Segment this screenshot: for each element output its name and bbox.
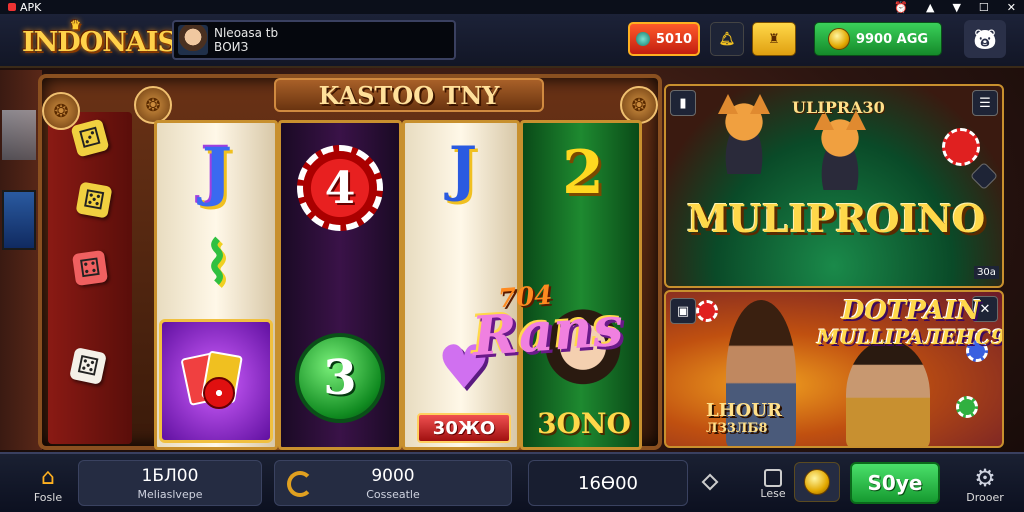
- promo-badge-line2: ЛЗ3ЛБ8: [706, 421, 768, 436]
- app-icon: [8, 3, 16, 11]
- window-icon[interactable]: ☐: [979, 1, 989, 14]
- value-tag: 30ЖO: [417, 413, 511, 443]
- status-bar: APK ⏰ ▲ ▼ ☐ ✕: [0, 0, 1024, 14]
- auto-button[interactable]: [794, 462, 840, 502]
- logo-text: INDONAIS: [22, 26, 177, 58]
- dice-panel: ⚂ ⚄ ⚃ ⚄: [48, 112, 132, 444]
- home-label: Fosle: [33, 490, 63, 504]
- diamond-icon[interactable]: [969, 161, 999, 191]
- mascot-icon[interactable]: 🐻︎: [964, 20, 1006, 58]
- spin-button[interactable]: S0ye: [850, 462, 940, 504]
- balance-label: Меliaslvepe: [137, 487, 203, 501]
- wifi-icon: ▼: [952, 0, 961, 14]
- reel-symbol: J: [201, 133, 233, 209]
- spin-icon: [287, 471, 313, 497]
- chip-icon: [635, 32, 650, 46]
- ornament-icon: ❂: [42, 92, 80, 130]
- slot-machine: ⚂ ⚄ ⚃ ⚄ ❂ ❂ ❂ KASTOO TNY J ⌇ 4 3 J ♥ 30Ж…: [38, 74, 662, 450]
- settings-label: Drooer: [966, 490, 1004, 504]
- bell-button[interactable]: 🔔︎: [710, 22, 744, 56]
- player-portrait: [846, 340, 930, 446]
- machine-title: KASTOO TNY: [274, 78, 544, 112]
- green-coin-symbol: 3: [295, 333, 385, 423]
- cards-symbol: [159, 319, 273, 443]
- reel-symbol: J: [448, 134, 478, 204]
- alarm-icon: ⏰: [894, 0, 908, 14]
- home-button[interactable]: ⌂ Fosle: [24, 460, 72, 508]
- crown-icon: ♛: [70, 18, 81, 32]
- promo-title-line1: DOTPAIN: [841, 296, 981, 326]
- bell-icon: 🔔︎: [718, 31, 736, 47]
- poker-chip-icon: [696, 300, 718, 322]
- bookmark-icon: [764, 468, 782, 487]
- coins-button[interactable]: 9900 AGG: [814, 22, 942, 56]
- profile-name: Nleoasa tb: [214, 26, 279, 40]
- win-panel: 9000 Сosseatle: [274, 460, 512, 506]
- signal-icon: ▲: [925, 0, 935, 14]
- coins-value: 9900 AGG: [855, 31, 929, 47]
- promo-title: DOTPAIN MULLIPAЛЕНС9: [816, 296, 1004, 350]
- ornament-icon: ❂: [620, 86, 658, 124]
- bet-value: 16Ө00: [578, 472, 638, 494]
- expand-icon[interactable]: ▣: [670, 298, 696, 324]
- coin-icon: [827, 28, 850, 50]
- dice-icon: ⚄: [75, 181, 113, 219]
- promo-title-line2: MULLIPAЛЕНС9: [817, 325, 1004, 349]
- reel-value: 3ONO: [537, 406, 631, 440]
- coin-icon: [804, 469, 830, 495]
- dice-icon: ⚂: [70, 118, 110, 158]
- chips-button[interactable]: 5010: [628, 22, 700, 56]
- background-screen: [2, 110, 36, 160]
- panel-subtitle: ULIPRA30: [792, 98, 885, 117]
- multiplayer-panel[interactable]: ▮ ☰ ULIPRA30 MULIPROINO З0а: [664, 84, 1004, 288]
- ornament-icon: ❂: [134, 86, 172, 124]
- lines-label: Lese: [760, 486, 786, 500]
- reel-symbol: 2: [562, 138, 604, 208]
- fox-character: [712, 94, 776, 174]
- poker-chip-icon: [956, 396, 978, 418]
- home-icon: ⌂: [41, 464, 55, 490]
- panel-corner-label: З0а: [974, 266, 999, 279]
- reel-2[interactable]: 4 3: [278, 120, 402, 450]
- dice-icon: ⚃: [71, 249, 109, 287]
- poker-chip-symbol: 4: [297, 145, 383, 231]
- top-header: ♛ INDONAIS Nleoasa tb ВОИЗ 5010 🔔︎ ♜ 990…: [0, 14, 1024, 68]
- background-left: [0, 70, 42, 450]
- background-slot-screen: [2, 190, 36, 250]
- reel-1[interactable]: J ⌇: [154, 120, 278, 450]
- lines-button[interactable]: Lese: [756, 462, 790, 506]
- poker-chip-icon: [942, 128, 980, 166]
- trophy-icon: ♜: [768, 31, 780, 47]
- profile-sub: ВОИЗ: [214, 40, 249, 54]
- bet-panel[interactable]: 16Ө00: [528, 460, 688, 506]
- bonus-overlay: 704 Rans: [439, 267, 655, 377]
- trophy-button[interactable]: ♜: [752, 22, 796, 56]
- diamond-icon[interactable]: [701, 473, 719, 491]
- promo-badge: LHOUR ЛЗ3ЛБ8: [706, 402, 782, 438]
- game-logo[interactable]: ♛ INDONAIS: [22, 18, 177, 64]
- fox-character: [808, 110, 872, 190]
- win-value: 9000: [371, 465, 415, 486]
- green-swoosh-icon: ⌇: [203, 230, 231, 296]
- bottom-bar: ⌂ Fosle 1БЛ00 Меliaslvepe 9000 Сosseatle…: [0, 452, 1024, 512]
- balance-value: 1БЛ00: [141, 465, 199, 486]
- player-profile[interactable]: Nleoasa tb ВОИЗ: [172, 20, 456, 60]
- status-app-label: APK: [20, 0, 42, 14]
- promo-badge-line1: LHOUR: [706, 400, 782, 421]
- info-icon[interactable]: ▮: [670, 90, 696, 116]
- gear-icon: ⚙: [974, 463, 996, 492]
- dice-icon: ⚄: [69, 347, 107, 385]
- win-label: Сosseatle: [366, 487, 420, 501]
- settings-button[interactable]: ⚙ Drooer: [958, 460, 1012, 508]
- cards-icon: [180, 350, 251, 411]
- balance-panel: 1БЛ00 Меliaslvepe: [78, 460, 262, 506]
- bonus-title: Rans: [470, 293, 626, 369]
- close-icon[interactable]: ✕: [1007, 1, 1016, 14]
- panel-title: MULIPROINO: [686, 196, 986, 241]
- avatar[interactable]: [178, 25, 208, 55]
- menu-icon[interactable]: ☰: [972, 90, 998, 116]
- chips-value: 5010: [655, 31, 693, 47]
- promo-panel[interactable]: ▣ ✕ DOTPAIN MULLIPAЛЕНС9 LHOUR ЛЗ3ЛБ8: [664, 290, 1004, 448]
